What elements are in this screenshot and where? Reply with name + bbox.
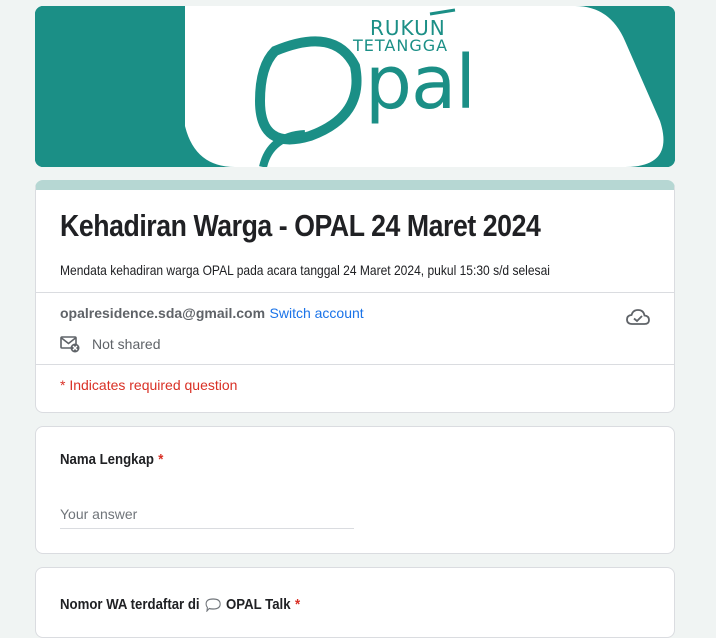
speech-bubble-icon — [205, 597, 221, 612]
switch-account-link[interactable]: Switch account — [270, 305, 364, 321]
sharing-status: Not shared — [60, 335, 650, 353]
question-card-nomor-wa: Nomor WA terdaftar di OPAL Talk * — [35, 567, 675, 638]
form-description: Mendata kehadiran warga OPAL pada acara … — [60, 262, 550, 278]
question-title: Nama Lengkap * — [60, 451, 579, 468]
cloud-check-icon[interactable] — [626, 307, 650, 327]
question-label: Nama Lengkap — [60, 451, 154, 468]
required-star: * — [294, 596, 301, 613]
question-title: Nomor WA terdaftar di OPAL Talk * — [60, 596, 579, 613]
mail-off-icon — [60, 336, 80, 353]
sharing-status-label: Not shared — [92, 336, 161, 352]
required-note: * Indicates required question — [60, 377, 238, 393]
question-card-nama: Nama Lengkap * — [35, 426, 675, 554]
question-label-prefix: Nomor WA terdaftar di — [60, 596, 200, 613]
form-header-card: Kehadiran Warga - OPAL 24 Maret 2024 Men… — [35, 180, 675, 413]
form-container: RUKUN TETANGGA pal Kehadiran Warga - OPA… — [35, 6, 675, 638]
required-star: * — [158, 451, 164, 468]
question-label-suffix: OPAL Talk — [225, 596, 291, 613]
form-title: Kehadiran Warga - OPAL 24 Maret 2024 — [60, 208, 541, 243]
account-section: opalresidence.sda@gmail.com Switch accou… — [36, 293, 674, 364]
account-email: opalresidence.sda@gmail.com — [60, 305, 266, 321]
logo-pal-text: pal — [365, 40, 476, 126]
account-line: opalresidence.sda@gmail.com Switch accou… — [60, 305, 650, 323]
banner-shape — [35, 6, 675, 167]
header-banner: RUKUN TETANGGA pal — [35, 6, 675, 167]
title-section: Kehadiran Warga - OPAL 24 Maret 2024 Men… — [36, 190, 674, 292]
nama-lengkap-input[interactable] — [60, 502, 354, 529]
